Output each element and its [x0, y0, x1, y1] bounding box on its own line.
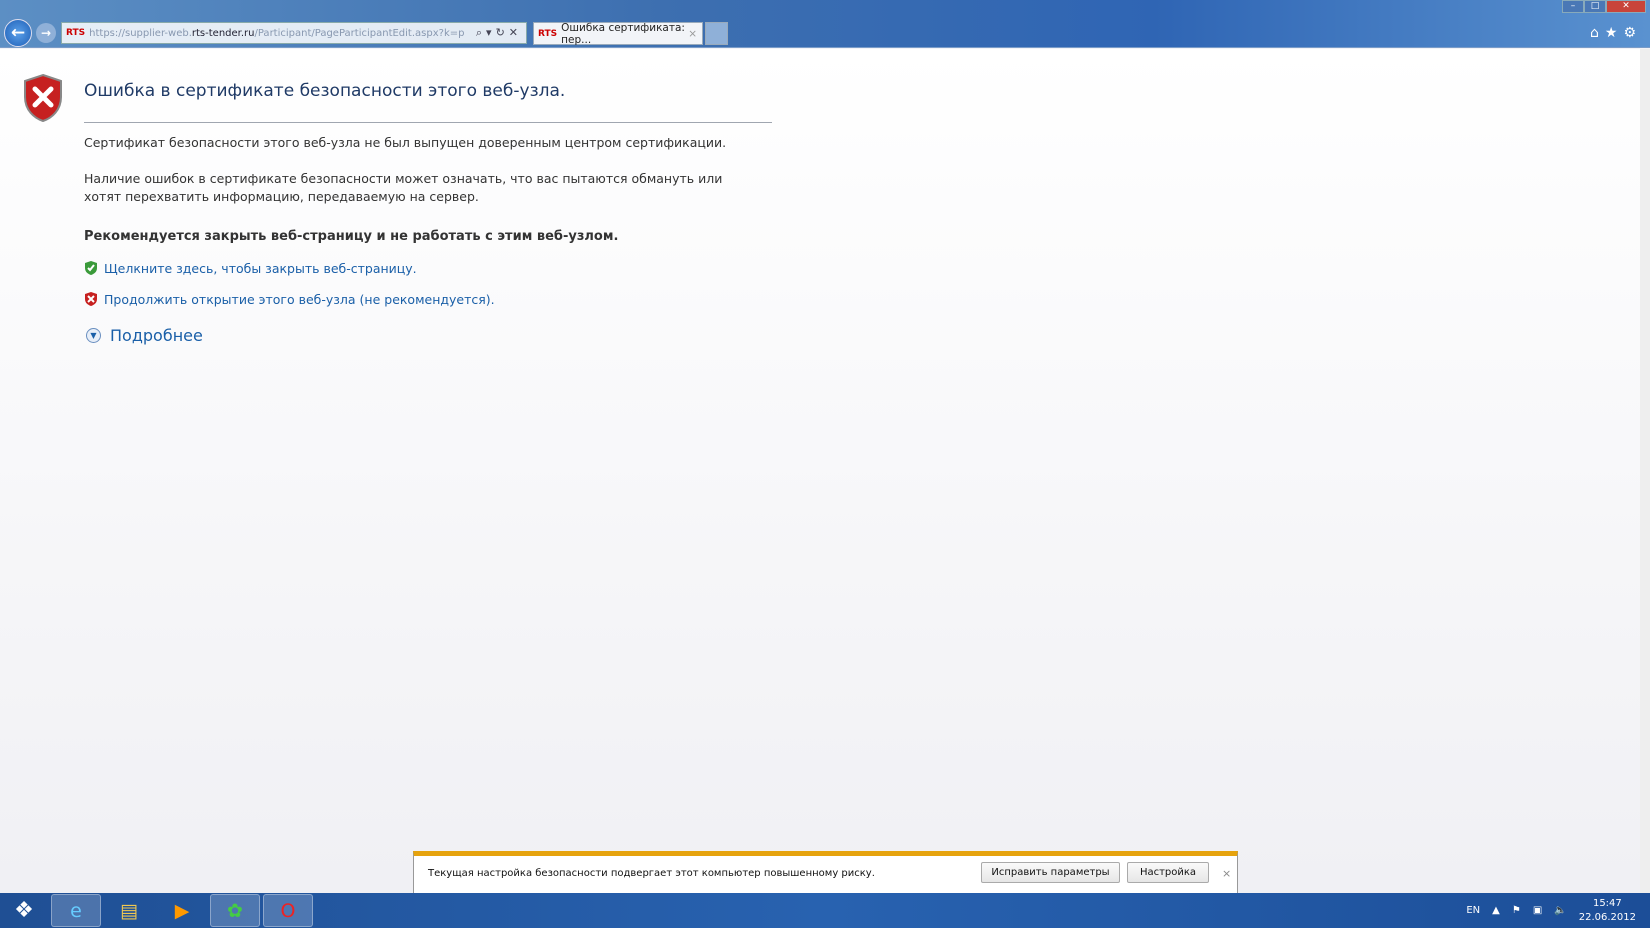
clock[interactable]: 15:47 22.06.2012: [1579, 897, 1636, 925]
maximize-button[interactable]: □: [1584, 0, 1606, 13]
green-shield-icon: [85, 261, 97, 275]
warning-message: Наличие ошибок в сертификате безопасност…: [84, 171, 723, 204]
taskbar: ❖ e ▤ ▶ ✿ O EN ▲ ⚑ ▣ 🔈 15:47 22.06.2012: [0, 893, 1650, 928]
page-title: Ошибка в сертификате безопасности этого …: [84, 81, 566, 101]
taskbar-explorer[interactable]: ▤: [104, 894, 154, 927]
taskbar-icq[interactable]: ✿: [210, 894, 260, 927]
home-icon[interactable]: ⌂: [1590, 25, 1605, 41]
divider: [84, 122, 772, 123]
opera-icon: O: [280, 899, 296, 922]
url-path: /Participant/PageParticipantEdit.aspx?k=…: [254, 27, 465, 39]
new-tab-button[interactable]: [705, 22, 728, 45]
browser-toolbar: ← → RTS https://supplier-web.rts-tender.…: [0, 0, 1650, 48]
settings-button[interactable]: Настройка: [1127, 862, 1209, 883]
url-domain: rts-tender.ru: [191, 27, 255, 39]
tab-certificate-error[interactable]: RTS Ошибка сертификата: пер... ×: [533, 21, 703, 46]
refresh-icon[interactable]: ↻: [496, 26, 509, 39]
gear-icon[interactable]: ⚙: [1623, 25, 1642, 41]
shield-error-icon: [24, 73, 62, 123]
chevron-down-icon: ▼: [86, 328, 101, 343]
address-bar[interactable]: RTS https://supplier-web.rts-tender.ru/P…: [61, 22, 527, 44]
clock-time: 15:47: [1592, 897, 1622, 909]
forward-button[interactable]: →: [36, 23, 56, 43]
minimize-button[interactable]: –: [1562, 0, 1584, 13]
infobar-close-icon[interactable]: ×: [1222, 867, 1231, 880]
certificate-message: Сертификат безопасности этого веб-узла н…: [84, 135, 727, 150]
red-shield-icon: [85, 292, 97, 306]
continue-link-text[interactable]: Продолжить открытие этого веб-узла (не р…: [104, 292, 495, 307]
folder-icon: ▤: [120, 899, 138, 922]
windows-logo-icon: ❖: [14, 898, 34, 923]
system-tray: EN ▲ ⚑ ▣ 🔈 15:47 22.06.2012: [1466, 893, 1636, 928]
media-player-icon: ▶: [174, 899, 190, 922]
continue-link[interactable]: Продолжить открытие этого веб-узла (не р…: [84, 291, 495, 307]
tab-title: Ошибка сертификата: пер...: [561, 21, 685, 46]
site-favicon: RTS: [66, 28, 86, 38]
back-button[interactable]: ←: [4, 19, 32, 47]
fix-settings-button[interactable]: Исправить параметры: [981, 862, 1120, 883]
more-info-toggle[interactable]: ▼ Подробнее: [86, 326, 203, 345]
tab-close-icon[interactable]: ×: [688, 28, 697, 40]
url-prefix: https://supplier-web.: [89, 27, 192, 39]
close-page-link-text[interactable]: Щелкните здесь, чтобы закрыть веб-страни…: [104, 261, 417, 276]
infobar-message: Текущая настройка безопасности подвергае…: [428, 868, 875, 879]
close-page-link[interactable]: Щелкните здесь, чтобы закрыть веб-страни…: [84, 260, 417, 276]
taskbar-opera[interactable]: O: [263, 894, 313, 927]
tab-favicon: RTS: [538, 28, 558, 39]
language-indicator[interactable]: EN: [1466, 905, 1480, 916]
start-button[interactable]: ❖: [4, 894, 44, 927]
icq-flower-icon: ✿: [227, 899, 243, 922]
network-icon[interactable]: ▣: [1533, 905, 1542, 916]
more-info-label[interactable]: Подробнее: [110, 326, 203, 345]
taskbar-media-player[interactable]: ▶: [157, 894, 207, 927]
close-window-button[interactable]: ✕: [1606, 0, 1646, 13]
search-icon[interactable]: ⌕: [476, 26, 486, 39]
dropdown-icon[interactable]: ▾: [486, 26, 496, 39]
recommendation-text: Рекомендуется закрыть веб-страницу и не …: [84, 229, 619, 244]
clock-date: 22.06.2012: [1578, 911, 1636, 923]
favorites-star-icon[interactable]: ★: [1605, 25, 1624, 41]
volume-icon[interactable]: 🔈: [1554, 905, 1566, 916]
security-infobar: Текущая настройка безопасности подвергае…: [413, 851, 1238, 894]
action-center-flag-icon[interactable]: ⚑: [1512, 905, 1521, 916]
taskbar-internet-explorer[interactable]: e: [51, 894, 101, 927]
ie-icon: e: [70, 899, 82, 922]
scrollbar[interactable]: [1640, 49, 1650, 893]
stop-icon[interactable]: ✕: [509, 26, 522, 39]
show-hidden-icons-icon[interactable]: ▲: [1492, 905, 1500, 916]
